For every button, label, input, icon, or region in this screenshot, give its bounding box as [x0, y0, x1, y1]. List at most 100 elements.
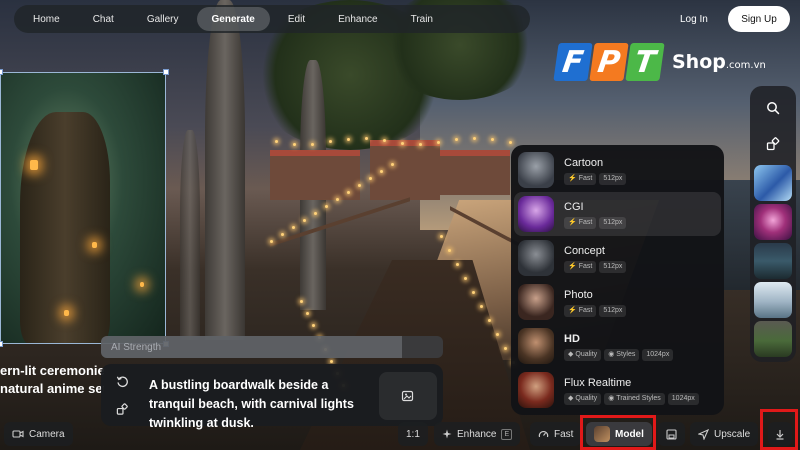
caption-line: natural anime set [0, 381, 104, 396]
tab-train[interactable]: Train [396, 7, 448, 31]
top-nav: Home Chat Gallery Generate Edit Enhance … [14, 5, 530, 33]
string-light [419, 142, 422, 146]
fpt-shop-logo: F P T Shop.com.vn [553, 38, 792, 86]
string-light [330, 360, 333, 363]
model-name: Photo [564, 288, 593, 301]
fast-mode-button[interactable]: Fast [530, 422, 582, 446]
shapes-icon [766, 137, 780, 151]
model-option-concept[interactable]: Concept ⚡ Fast 512px [514, 236, 721, 280]
history-thumbnail[interactable] [754, 243, 792, 279]
tag-resolution: 512px [599, 260, 627, 273]
model-avatar [518, 196, 554, 232]
diamond-icon: ◆ [568, 350, 574, 358]
string-light [347, 137, 350, 141]
tag-styles: ◉ Styles [604, 348, 640, 361]
upscale-button[interactable]: Upscale [690, 422, 759, 446]
string-light [391, 163, 394, 166]
fast-label: Fast [554, 428, 574, 440]
send-icon [698, 428, 709, 440]
tag-label: Trained Styles [616, 394, 661, 402]
string-light [281, 233, 284, 236]
save-button[interactable] [658, 422, 685, 446]
tab-edit[interactable]: Edit [273, 7, 320, 31]
aspect-ratio-button[interactable]: 1:1 [398, 422, 428, 446]
tab-gallery[interactable]: Gallery [132, 7, 194, 31]
tag-label: Styles [616, 350, 636, 358]
ai-strength-label: AI Strength [111, 342, 162, 353]
history-thumbnail[interactable] [754, 282, 792, 318]
string-light [275, 140, 278, 143]
palm-trunk [205, 0, 245, 340]
tag-resolution: 1024px [667, 392, 699, 405]
highlight-box [580, 415, 656, 450]
model-name: Flux Realtime [564, 376, 632, 389]
image-caption: ern-lit ceremonies natural anime set [0, 362, 104, 398]
string-light [325, 205, 328, 208]
camera-label: Camera [29, 428, 65, 440]
model-option-hd[interactable]: HD ◆ Quality ◉ Styles 1024px [514, 324, 721, 368]
tab-chat[interactable]: Chat [78, 7, 129, 31]
tab-home[interactable]: Home [18, 7, 75, 31]
search-button[interactable] [754, 90, 792, 126]
model-option-cartoon[interactable]: Cartoon ⚡ Fast 512px [514, 148, 721, 192]
tab-generate[interactable]: Generate [196, 7, 270, 31]
shapes-prompt-button[interactable] [111, 398, 133, 420]
string-light [480, 305, 483, 308]
string-light [369, 177, 372, 180]
resize-handle[interactable] [0, 69, 3, 75]
model-avatar [518, 372, 554, 408]
tag-fast: ⚡ Fast [564, 304, 597, 317]
string-light [347, 191, 350, 194]
ai-strength-slider[interactable]: AI Strength [101, 336, 443, 358]
string-light [440, 235, 443, 238]
resize-handle[interactable] [0, 341, 3, 347]
string-light [311, 142, 314, 146]
enhance-button[interactable]: Enhance E [434, 422, 521, 446]
shapes-button[interactable] [754, 126, 792, 162]
model-name: Concept [564, 244, 605, 257]
shapes-icon [116, 402, 128, 415]
model-name: HD [564, 332, 580, 345]
bolt-icon: ⚡ [568, 306, 577, 314]
tag-label: Fast [578, 306, 593, 314]
image-upload-button[interactable] [379, 372, 437, 420]
gauge-icon [538, 430, 549, 438]
string-light [300, 300, 303, 303]
string-light [358, 184, 361, 187]
tag-quality: ◆ Quality [564, 348, 602, 361]
camera-button[interactable]: Camera [4, 422, 73, 446]
string-light [401, 141, 404, 145]
regenerate-button[interactable] [111, 370, 133, 392]
string-light [292, 226, 295, 229]
string-light [336, 198, 339, 201]
palette-icon: ◉ [608, 350, 615, 358]
history-thumbnail[interactable] [754, 165, 792, 201]
model-option-cgi[interactable]: CGI ⚡ Fast 512px [514, 192, 721, 236]
string-light [448, 249, 451, 252]
enhance-shortcut: E [501, 428, 513, 440]
tag-resolution: 512px [599, 304, 627, 317]
history-thumbnail[interactable] [754, 321, 792, 357]
model-avatar [518, 240, 554, 276]
boardwalk-building [440, 150, 510, 195]
string-light [464, 277, 467, 280]
resize-handle[interactable] [163, 69, 169, 75]
signup-button[interactable]: Sign Up [728, 6, 790, 32]
selection-frame[interactable] [0, 72, 166, 344]
tag-fast: ⚡ Fast [564, 216, 597, 229]
login-button[interactable]: Log In [666, 7, 722, 31]
string-light [303, 219, 306, 222]
image-edit-icon [401, 390, 414, 402]
string-light [312, 324, 315, 327]
model-avatar [518, 284, 554, 320]
tab-enhance[interactable]: Enhance [323, 7, 392, 31]
history-thumbnail[interactable] [754, 204, 792, 240]
model-option-photo[interactable]: Photo ⚡ Fast 512px [514, 280, 721, 324]
bolt-icon: ⚡ [568, 218, 577, 226]
model-option-flux-realtime[interactable]: Flux Realtime ◆ Quality ◉ Trained Styles 1… [514, 368, 721, 412]
bolt-icon: ⚡ [568, 174, 577, 182]
bolt-icon: ⚡ [568, 262, 577, 270]
logo-letter: P [589, 43, 629, 81]
string-light [504, 347, 507, 350]
model-avatar [518, 328, 554, 364]
